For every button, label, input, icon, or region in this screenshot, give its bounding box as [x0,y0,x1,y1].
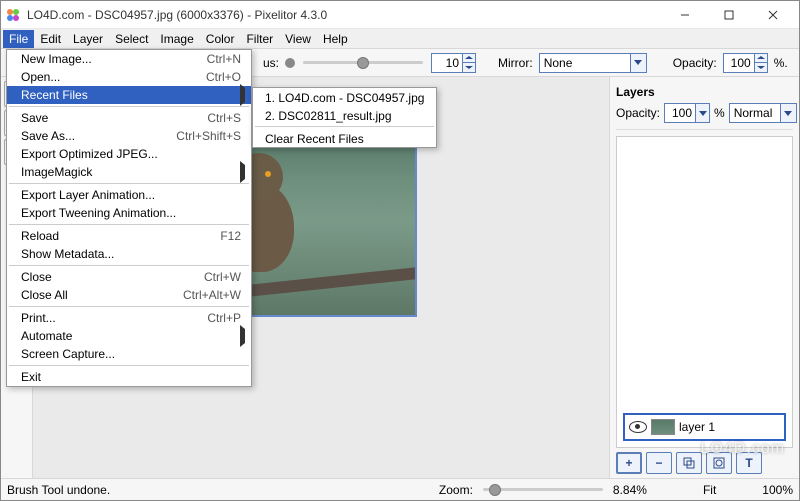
blend-mode-value: Normal [730,106,780,120]
percent-sign: % [714,106,725,120]
opacity-input[interactable] [724,54,754,72]
menu-help[interactable]: Help [317,30,354,48]
menu-item-show-metadata[interactable]: Show Metadata... [7,245,251,263]
menu-item-reload[interactable]: ReloadF12 [7,227,251,245]
layers-title: Layers [616,81,793,103]
spin-down[interactable] [755,63,767,72]
menu-item-export-tweening-animation[interactable]: Export Tweening Animation... [7,204,251,222]
spin-up[interactable] [463,54,475,64]
menu-item-automate[interactable]: Automate [7,327,251,345]
brush-value-input[interactable] [432,54,462,72]
menu-item-export-optimized-jpeg[interactable]: Export Optimized JPEG... [7,145,251,163]
recent-file-item[interactable]: 1. LO4D.com - DSC04957.jpg [253,88,436,106]
menu-item-open[interactable]: Open...Ctrl+O [7,68,251,86]
brush-slider[interactable] [303,61,423,64]
recent-file-item[interactable]: 2. DSC02811_result.jpg [253,106,436,124]
menu-item-close-all[interactable]: Close AllCtrl+Alt+W [7,286,251,304]
mirror-label: Mirror: [498,56,533,70]
layer-opacity-box[interactable] [664,103,710,123]
submenu-arrow-icon [240,329,245,343]
menu-filter[interactable]: Filter [240,30,279,48]
zoom-100[interactable]: 100% [762,483,793,497]
menu-item-save[interactable]: SaveCtrl+S [7,109,251,127]
zoom-label: Zoom: [439,483,473,497]
menu-item-export-layer-animation[interactable]: Export Layer Animation... [7,186,251,204]
us-label: us: [263,56,279,70]
submenu-arrow-icon [240,88,245,102]
submenu-arrow-icon [240,165,245,179]
menu-color[interactable]: Color [200,30,241,48]
menu-item-exit[interactable]: Exit [7,368,251,386]
layer-opacity-label: Opacity: [616,106,660,120]
zoom-fit[interactable]: Fit [703,483,716,497]
opacity-label: Opacity: [673,56,717,70]
spin-down[interactable] [463,63,475,72]
zoom-value: 8.84% [613,483,647,497]
layer-opacity-input[interactable] [665,104,695,122]
menu-item-print[interactable]: Print...Ctrl+P [7,309,251,327]
minimize-button[interactable] [663,1,707,29]
menu-select[interactable]: Select [109,30,154,48]
menu-item-new-image[interactable]: New Image...Ctrl+N [7,50,251,68]
recent-files-submenu: 1. LO4D.com - DSC04957.jpg2. DSC02811_re… [252,87,437,148]
menu-edit[interactable]: Edit [34,30,67,48]
blend-mode-combo[interactable]: Normal [729,103,797,123]
delete-layer-button[interactable]: − [646,452,672,474]
status-message: Brush Tool undone. [7,483,110,497]
add-layer-button[interactable]: + [616,452,642,474]
brush-value-box[interactable] [431,53,476,73]
clear-recent-files[interactable]: Clear Recent Files [253,129,436,147]
spin-up[interactable] [755,54,767,64]
chevron-down-icon[interactable] [695,104,709,122]
mirror-combo[interactable]: None [539,53,647,73]
file-menu-dropdown: New Image...Ctrl+NOpen...Ctrl+ORecent Fi… [6,49,252,387]
app-icon [5,7,21,23]
mirror-value: None [540,56,630,70]
menu-layer[interactable]: Layer [67,30,109,48]
menu-item-screen-capture[interactable]: Screen Capture... [7,345,251,363]
opacity-box[interactable] [723,53,768,73]
menu-item-save-as[interactable]: Save As...Ctrl+Shift+S [7,127,251,145]
zoom-slider[interactable] [483,488,603,491]
status-bar: Brush Tool undone. Zoom: 8.84% Fit 100% [1,478,799,500]
layers-panel: Layers Opacity: % Normal layer 1 [609,77,799,478]
text-layer-button[interactable]: T [736,452,762,474]
chevron-down-icon[interactable] [780,104,796,122]
menubar: FileEditLayerSelectImageColorFilterViewH… [1,29,799,49]
window-title: LO4D.com - DSC04957.jpg (6000x3376) - Pi… [27,8,663,22]
menu-item-close[interactable]: CloseCtrl+W [7,268,251,286]
slider-thumb-icon[interactable] [285,58,295,68]
maximize-button[interactable] [707,1,751,29]
layer-thumbnail[interactable] [651,419,675,435]
menu-file[interactable]: File [3,30,34,48]
close-button[interactable] [751,1,795,29]
mask-layer-button[interactable] [706,452,732,474]
layer-list[interactable]: layer 1 [616,136,793,448]
layer-row[interactable]: layer 1 [623,413,786,441]
menu-item-recent-files[interactable]: Recent Files [7,86,251,104]
duplicate-layer-button[interactable] [676,452,702,474]
menu-item-imagemagick[interactable]: ImageMagick [7,163,251,181]
menu-image[interactable]: Image [154,30,199,48]
menu-view[interactable]: View [279,30,317,48]
visibility-eye-icon[interactable] [629,421,647,433]
chevron-down-icon[interactable] [630,54,646,72]
opacity-suffix: %. [774,56,788,70]
layer-name[interactable]: layer 1 [679,420,715,434]
